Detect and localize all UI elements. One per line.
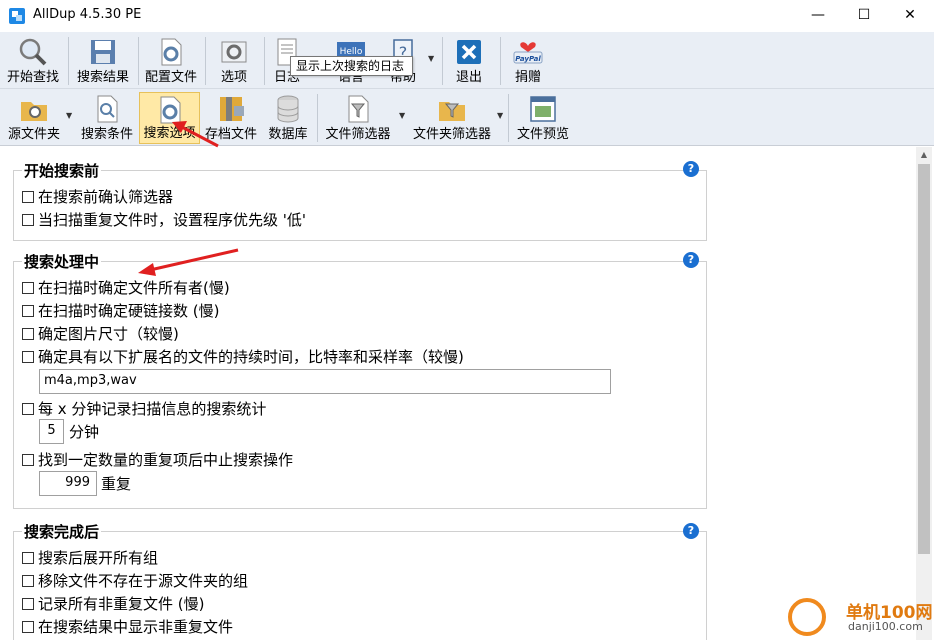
checkbox-image-size[interactable]: 确定图片尺寸（较慢) (22, 323, 179, 344)
checkbox-media-duration[interactable]: 确定具有以下扩展名的文件的持续时间，比特率和采样率（较慢) (22, 346, 464, 367)
toolbar-separator (138, 37, 139, 85)
checkbox-box[interactable] (22, 454, 34, 466)
search-results-button[interactable]: 搜索结果 (72, 35, 134, 87)
app-logo-icon (9, 8, 25, 24)
toolbar-separator (317, 94, 318, 142)
config-file-button[interactable]: 配置文件 (141, 35, 201, 87)
site-watermark: 单机100网 danji100.com (788, 596, 934, 640)
checkbox-remove-groups[interactable]: 移除文件不存在于源文件夹的组 (22, 570, 248, 591)
checkbox-box[interactable] (22, 305, 34, 317)
main-toolbar: 开始查找 搜索结果 配置文件 选项 日志 Hello 语言 ? 帮助 ▼ 退出 … (0, 32, 934, 89)
svg-text:PayPal: PayPal (515, 55, 541, 63)
source-folder-icon (21, 102, 47, 121)
file-preview-icon (530, 96, 556, 122)
database-button[interactable]: 数据库 (263, 92, 313, 144)
magnifier-icon (19, 38, 47, 66)
checkbox-box[interactable] (22, 328, 34, 340)
checkbox-box[interactable] (22, 351, 34, 363)
checkbox-log-unique-files[interactable]: 记录所有非重复文件 (慢) (22, 593, 204, 614)
checkbox-abort-after-duplicates[interactable]: 找到一定数量的重复项后中止搜索操作 (22, 449, 293, 470)
file-filter-dropdown-arrow-icon[interactable]: ▼ (399, 111, 405, 120)
search-criteria-icon (97, 95, 118, 123)
maximize-button[interactable]: ☐ (841, 0, 887, 30)
checkbox-file-owner[interactable]: 在扫描时确定文件所有者(慢) (22, 277, 230, 298)
checkbox-box[interactable] (22, 191, 34, 203)
scroll-thumb[interactable] (918, 164, 930, 554)
help-dropdown-arrow-icon[interactable]: ▼ (428, 54, 434, 63)
search-options-panel: 开始搜索前 ? 在搜索前确认筛选器 当扫描重复文件时，设置程序优先级 '低' 搜… (0, 147, 934, 640)
toolbar-separator (500, 37, 501, 85)
database-icon (277, 95, 299, 123)
checkbox-show-unique-files[interactable]: 在搜索结果中显示非重复文件 (22, 616, 233, 637)
file-preview-button[interactable]: 文件预览 (513, 92, 573, 144)
source-folder-button[interactable]: 源文件夹 (2, 92, 66, 144)
toolbar-separator (508, 94, 509, 142)
help-icon[interactable]: ? (683, 161, 699, 177)
toolbar-separator (442, 37, 443, 85)
checkbox-box[interactable] (22, 575, 34, 587)
toolbar-separator (264, 37, 265, 85)
checkbox-box[interactable] (22, 403, 34, 415)
file-filter-icon (348, 95, 369, 123)
paypal-icon: PayPal (513, 42, 543, 64)
title-bar: AllDup 4.5.30 PE — ☐ ✕ (0, 0, 934, 32)
scroll-up-arrow-icon[interactable]: ▲ (916, 147, 932, 163)
duplicates-count-input[interactable]: 999 (39, 471, 97, 496)
options-button[interactable]: 选项 (208, 35, 260, 87)
config-file-icon (161, 38, 182, 66)
exit-button[interactable]: 退出 (446, 35, 492, 87)
donate-button[interactable]: PayPal 捐赠 (505, 35, 551, 87)
checkbox-box[interactable] (22, 621, 34, 633)
folder-filter-dropdown-arrow-icon[interactable]: ▼ (497, 111, 503, 120)
toolbar-separator (68, 37, 69, 85)
duplicates-unit-label: 重复 (101, 475, 132, 493)
search-options-icon (160, 96, 180, 124)
watermark-url: danji100.com (848, 620, 923, 633)
minutes-unit-label: 分钟 (69, 423, 100, 441)
checkbox-log-statistics[interactable]: 每 x 分钟记录扫描信息的搜索统计 (22, 398, 266, 419)
checkbox-box[interactable] (22, 552, 34, 564)
archive-files-button[interactable]: 存档文件 (203, 92, 259, 144)
help-icon[interactable]: ? (683, 252, 699, 268)
section-title-during-search: 搜索处理中 (22, 251, 102, 272)
options-icon (221, 41, 247, 63)
help-icon[interactable]: ? (683, 523, 699, 539)
section-title-before-search: 开始搜索前 (22, 160, 102, 181)
checkbox-expand-groups[interactable]: 搜索后展开所有组 (22, 547, 158, 568)
checkbox-low-priority[interactable]: 当扫描重复文件时，设置程序优先级 '低' (22, 209, 306, 230)
checkbox-box[interactable] (22, 214, 34, 226)
checkbox-hardlink-count[interactable]: 在扫描时确定硬链接数 (慢) (22, 300, 219, 321)
exit-icon (457, 40, 481, 64)
search-options-button[interactable]: 搜索选项 (139, 92, 200, 144)
toolbar-separator (205, 37, 206, 85)
secondary-toolbar: 源文件夹 ▼ 搜索条件 搜索选项 存档文件 数据库 文件筛选器 ▼ 文件夹筛选器… (0, 89, 934, 146)
section-title-after-search: 搜索完成后 (22, 521, 102, 542)
extensions-input[interactable]: m4a,mp3,wav (39, 369, 611, 394)
checkbox-box[interactable] (22, 282, 34, 294)
watermark-logo-icon (788, 598, 826, 636)
minutes-input[interactable]: 5 (39, 419, 64, 444)
archive-icon (220, 97, 244, 121)
vertical-scrollbar[interactable]: ▲ (916, 147, 932, 640)
window-title: AllDup 4.5.30 PE (33, 7, 142, 22)
save-results-icon (91, 40, 115, 64)
folder-filter-icon (439, 102, 465, 121)
search-criteria-button[interactable]: 搜索条件 (78, 92, 136, 144)
minimize-button[interactable]: — (795, 0, 841, 30)
checkbox-confirm-filters[interactable]: 在搜索前确认筛选器 (22, 186, 173, 207)
log-tooltip: 显示上次搜索的日志 (290, 56, 413, 76)
source-folder-dropdown-arrow-icon[interactable]: ▼ (66, 111, 72, 120)
folder-filter-button[interactable]: 文件夹筛选器 (408, 92, 496, 144)
start-search-button[interactable]: 开始查找 (2, 35, 64, 87)
file-filter-button[interactable]: 文件筛选器 (322, 92, 394, 144)
checkbox-box[interactable] (22, 598, 34, 610)
close-button[interactable]: ✕ (887, 0, 933, 30)
